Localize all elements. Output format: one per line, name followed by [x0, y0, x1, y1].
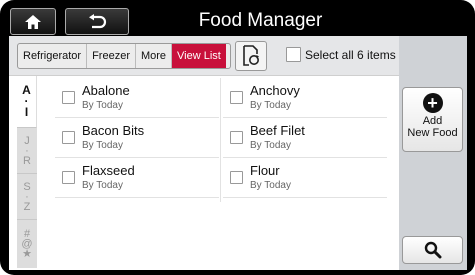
index-s-z[interactable]: S · Z	[17, 174, 37, 220]
back-arrow-icon	[89, 13, 107, 28]
index-j-r-line-1: J	[24, 134, 30, 147]
item-date: By Today	[82, 140, 123, 151]
list-item[interactable]: Anchovy By Today	[223, 78, 387, 118]
index-symbols[interactable]: # @ ★	[17, 220, 37, 268]
item-date: By Today	[82, 180, 123, 191]
food-list: Abalone By Today Anchovy By Today Bacon …	[55, 78, 391, 204]
item-checkbox[interactable]	[62, 171, 75, 184]
tab-refrigerator[interactable]: Refrigerator	[18, 44, 88, 68]
content-screen: Refrigerator Freezer More View List Sele…	[9, 36, 467, 270]
item-checkbox[interactable]	[230, 171, 243, 184]
index-symbols-line-3: ★	[22, 248, 32, 260]
home-icon	[25, 14, 41, 29]
search-icon	[424, 241, 441, 259]
column-divider	[220, 78, 221, 202]
header-bar: Food Manager	[8, 5, 467, 35]
sync-icon	[243, 45, 259, 66]
index-a-i[interactable]: A · I	[17, 76, 37, 128]
list-item[interactable]: Flaxseed By Today	[55, 158, 219, 198]
back-button[interactable]	[65, 8, 129, 35]
item-name: Bacon Bits	[82, 123, 145, 138]
index-a-i-line-3: I	[24, 105, 29, 119]
item-name: Anchovy	[250, 83, 300, 98]
list-item[interactable]: Flour By Today	[223, 158, 387, 198]
list-item[interactable]: Beef Filet By Today	[223, 118, 387, 158]
sync-button[interactable]	[235, 41, 267, 71]
main-panel: Refrigerator Freezer More View List Sele…	[9, 36, 399, 270]
tab-view-list[interactable]: View List	[172, 44, 226, 68]
item-date: By Today	[250, 140, 291, 151]
item-checkbox[interactable]	[230, 91, 243, 104]
action-sidebar: + Add New Food	[399, 36, 467, 270]
select-all[interactable]: Select all 6 items	[286, 47, 396, 62]
home-button[interactable]	[10, 8, 56, 35]
item-name: Abalone	[82, 83, 130, 98]
plus-circle-icon: +	[422, 93, 443, 113]
tab-more[interactable]: More	[136, 44, 173, 68]
item-date: By Today	[82, 100, 123, 111]
search-button[interactable]	[402, 236, 463, 264]
add-new-food-button[interactable]: + Add New Food	[402, 87, 463, 152]
tab-group: Refrigerator Freezer More View List	[17, 43, 231, 69]
alphabet-index: A · I J · R S · Z # @ ★	[17, 76, 37, 268]
device-frame: Food Manager Refrigerator Freezer More V…	[0, 0, 475, 275]
add-button-line-1: Add	[422, 115, 443, 127]
item-date: By Today	[250, 180, 291, 191]
item-name: Flaxseed	[82, 163, 135, 178]
index-j-r[interactable]: J · R	[17, 128, 37, 174]
index-j-r-line-3: R	[23, 154, 31, 167]
item-checkbox[interactable]	[62, 131, 75, 144]
tab-freezer[interactable]: Freezer	[87, 44, 136, 68]
tabs-bar: Refrigerator Freezer More View List Sele…	[9, 36, 399, 76]
item-date: By Today	[250, 100, 291, 111]
index-j-r-line-2: ·	[25, 144, 29, 157]
item-checkbox[interactable]	[230, 131, 243, 144]
item-name: Flour	[250, 163, 280, 178]
index-s-z-line-3: Z	[23, 200, 31, 213]
item-checkbox[interactable]	[62, 91, 75, 104]
add-button-line-2: New Food	[407, 127, 458, 139]
item-name: Beef Filet	[250, 123, 305, 138]
list-item[interactable]: Bacon Bits By Today	[55, 118, 219, 158]
index-s-z-line-2: ·	[25, 190, 29, 203]
list-item[interactable]: Abalone By Today	[55, 78, 219, 118]
index-s-z-line-1: S	[23, 180, 31, 193]
select-all-checkbox[interactable]	[286, 47, 301, 62]
select-all-label: Select all 6 items	[305, 47, 396, 62]
page-title: Food Manager	[198, 10, 323, 31]
